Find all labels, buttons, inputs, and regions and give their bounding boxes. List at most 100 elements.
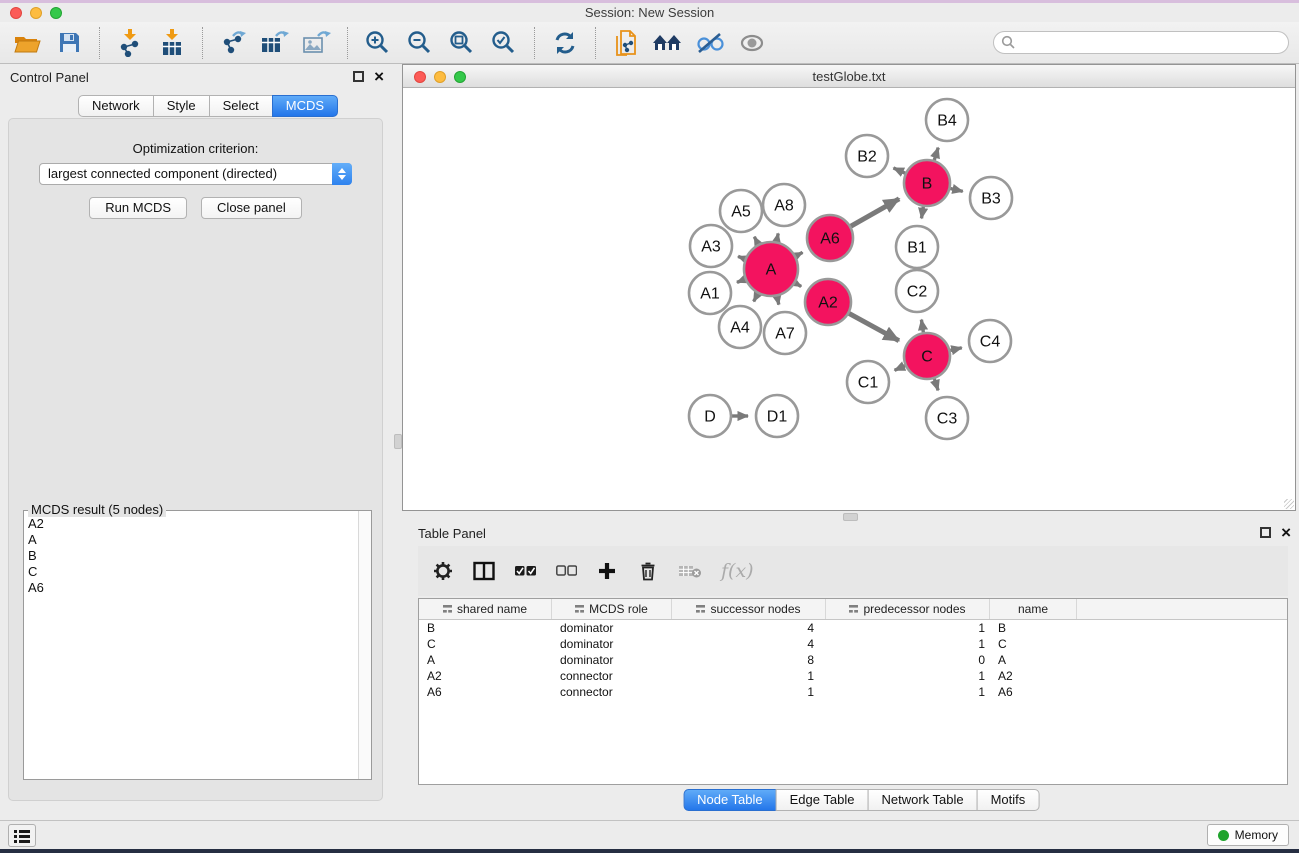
table-cell[interactable]: 1 xyxy=(826,684,990,700)
graph-edge-A-A7[interactable] xyxy=(777,296,779,304)
table-cell[interactable]: dominator xyxy=(552,620,672,636)
open-session-button[interactable] xyxy=(6,25,48,61)
table-row[interactable]: Adominator80A xyxy=(419,652,1287,668)
function-builder-button[interactable]: f(x) xyxy=(721,560,754,582)
eye-button[interactable] xyxy=(731,25,773,61)
graph-node-C3[interactable]: C3 xyxy=(926,397,968,439)
graph-edge-A-A2[interactable] xyxy=(795,283,801,286)
graph-node-A5[interactable]: A5 xyxy=(720,190,762,232)
minimize-window-button[interactable] xyxy=(30,7,42,19)
graph-edge-A-A5[interactable] xyxy=(754,237,758,244)
table-row[interactable]: Bdominator41B xyxy=(419,620,1287,636)
tab-motifs[interactable]: Motifs xyxy=(977,789,1040,811)
graph-edge-C-C4[interactable] xyxy=(950,348,961,351)
window-resize-grip[interactable] xyxy=(1284,499,1294,509)
graph-edge-A-A1[interactable] xyxy=(737,279,745,282)
graph-edge-C-C1[interactable] xyxy=(895,366,906,371)
result-list-scrollbar[interactable] xyxy=(358,511,371,779)
graph-node-B1[interactable]: B1 xyxy=(896,226,938,268)
mcds-result-item[interactable]: B xyxy=(28,548,358,564)
houses-button[interactable] xyxy=(647,25,689,61)
export-network-button[interactable] xyxy=(212,25,254,61)
graph-node-B4[interactable]: B4 xyxy=(926,99,968,141)
mcds-result-item[interactable]: A xyxy=(28,532,358,548)
network-zoom-button[interactable] xyxy=(454,71,466,83)
tab-edge-table[interactable]: Edge Table xyxy=(776,789,869,811)
float-panel-icon[interactable] xyxy=(353,71,364,82)
graph-edge-A2-C[interactable] xyxy=(849,313,899,340)
graph-node-D[interactable]: D xyxy=(689,395,731,437)
export-image-button[interactable] xyxy=(296,25,338,61)
graph-edge-B-B1[interactable] xyxy=(921,207,923,219)
zoom-fit-button[interactable] xyxy=(441,25,483,61)
zoom-out-button[interactable] xyxy=(399,25,441,61)
close-panel-button[interactable]: Close panel xyxy=(201,197,302,219)
table-row[interactable]: A2connector11A2 xyxy=(419,668,1287,684)
network-close-button[interactable] xyxy=(414,71,426,83)
table-settings-button[interactable] xyxy=(432,561,454,581)
column-header-name[interactable]: name xyxy=(990,599,1077,619)
delete-table-button[interactable] xyxy=(678,563,702,579)
graph-node-C2[interactable]: C2 xyxy=(896,270,938,312)
close-panel-icon[interactable]: × xyxy=(374,71,384,82)
network-canvas[interactable]: B4B2BB3A5A8A6A3B1AC2A1A2A4A7C4CC1C3DD1 xyxy=(403,88,1295,510)
table-cell[interactable]: connector xyxy=(552,668,672,684)
close-table-panel-icon[interactable]: × xyxy=(1281,527,1291,538)
table-cell[interactable]: A6 xyxy=(990,684,1077,700)
graph-edge-C-C3[interactable] xyxy=(934,379,938,391)
float-table-panel-icon[interactable] xyxy=(1260,527,1271,538)
table-cell[interactable]: 1 xyxy=(826,620,990,636)
graph-edge-C-C2[interactable] xyxy=(921,320,923,333)
graph-edge-A6-B[interactable] xyxy=(851,199,899,226)
table-cell[interactable]: 1 xyxy=(672,668,826,684)
graph-node-A2[interactable]: A2 xyxy=(805,279,851,325)
graph-node-B3[interactable]: B3 xyxy=(970,177,1012,219)
column-header-predecessor-nodes[interactable]: predecessor nodes xyxy=(826,599,990,619)
graph-edge-B-B2[interactable] xyxy=(893,168,905,173)
graph-node-A1[interactable]: A1 xyxy=(689,272,731,314)
graph-node-A3[interactable]: A3 xyxy=(690,225,732,267)
graph-node-C[interactable]: C xyxy=(904,333,950,379)
graph-edge-A-A6[interactable] xyxy=(796,252,803,256)
table-cell[interactable]: dominator xyxy=(552,652,672,668)
table-cell[interactable]: 1 xyxy=(826,636,990,652)
zoom-window-button[interactable] xyxy=(50,7,62,19)
table-row[interactable]: Cdominator41C xyxy=(419,636,1287,652)
import-table-button[interactable] xyxy=(151,25,193,61)
tab-network[interactable]: Network xyxy=(78,95,154,117)
show-columns-button[interactable] xyxy=(473,561,495,581)
show-task-history-button[interactable] xyxy=(8,824,36,847)
graph-node-A7[interactable]: A7 xyxy=(764,312,806,354)
save-session-button[interactable] xyxy=(48,25,90,61)
graph-node-A6[interactable]: A6 xyxy=(807,215,853,261)
refresh-layout-button[interactable] xyxy=(544,25,586,61)
run-mcds-button[interactable]: Run MCDS xyxy=(89,197,187,219)
delete-row-button[interactable] xyxy=(637,561,659,581)
mcds-result-item[interactable]: A6 xyxy=(28,580,358,596)
graph-edge-A-A8[interactable] xyxy=(777,233,779,241)
graph-node-A[interactable]: A xyxy=(744,242,798,296)
tab-style[interactable]: Style xyxy=(153,95,210,117)
graph-node-C1[interactable]: C1 xyxy=(847,361,889,403)
zoom-selected-button[interactable] xyxy=(483,25,525,61)
table-cell[interactable]: B xyxy=(990,620,1077,636)
table-cell[interactable]: C xyxy=(419,636,552,652)
column-header-mcds-role[interactable]: MCDS role xyxy=(552,599,672,619)
table-cell[interactable]: dominator xyxy=(552,636,672,652)
memory-button[interactable]: Memory xyxy=(1207,824,1289,846)
network-graph[interactable]: B4B2BB3A5A8A6A3B1AC2A1A2A4A7C4CC1C3DD1 xyxy=(403,88,1295,510)
table-cell[interactable]: C xyxy=(990,636,1077,652)
table-cell[interactable]: 8 xyxy=(672,652,826,668)
table-cell[interactable]: A2 xyxy=(990,668,1077,684)
table-row[interactable]: A6connector11A6 xyxy=(419,684,1287,700)
search-input[interactable] xyxy=(993,31,1289,54)
table-cell[interactable]: A xyxy=(990,652,1077,668)
column-header-successor-nodes[interactable]: successor nodes xyxy=(672,599,826,619)
deselect-all-button[interactable] xyxy=(555,565,577,577)
graph-node-B[interactable]: B xyxy=(904,160,950,206)
graph-node-B2[interactable]: B2 xyxy=(846,135,888,177)
graph-edge-B-B3[interactable] xyxy=(950,188,962,191)
tab-node-table[interactable]: Node Table xyxy=(683,789,777,811)
mcds-result-item[interactable]: C xyxy=(28,564,358,580)
select-all-button[interactable] xyxy=(514,565,536,577)
